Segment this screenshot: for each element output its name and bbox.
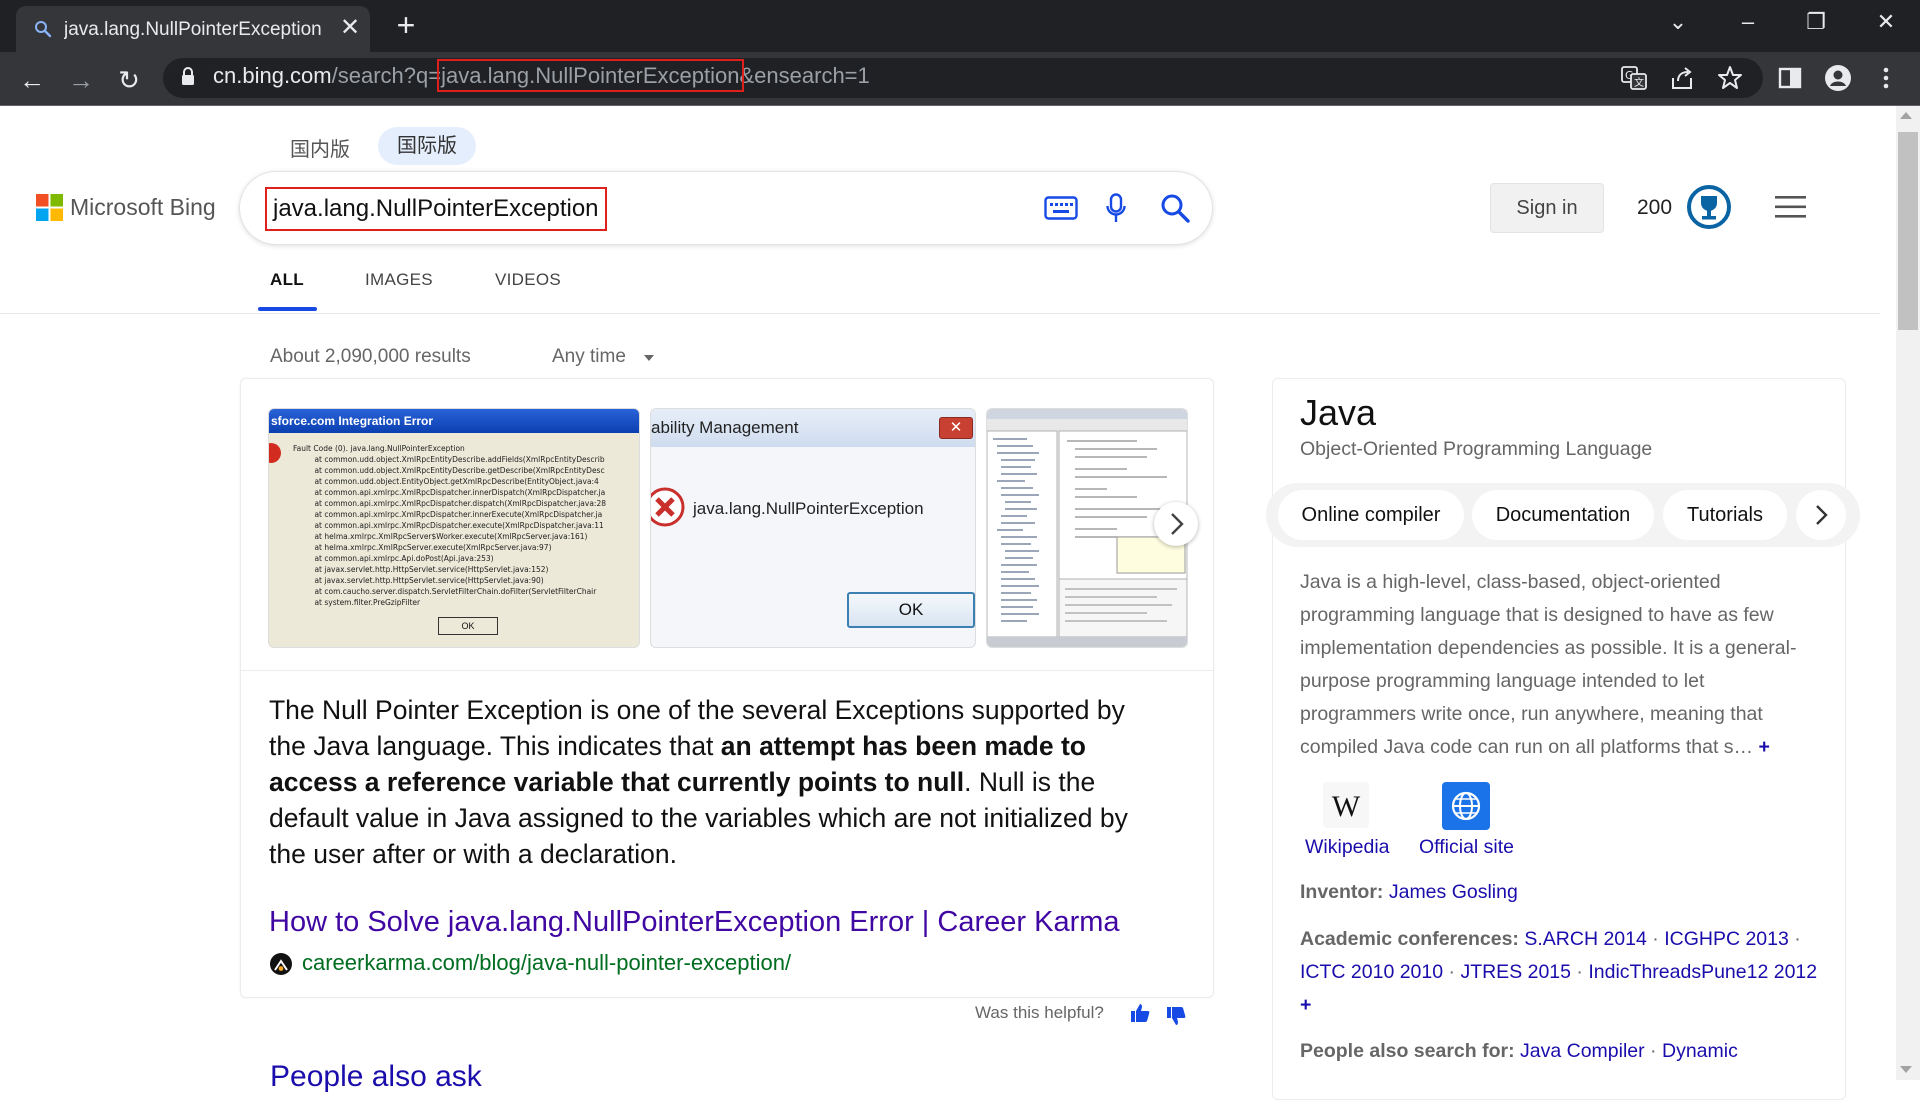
bookmark-star-icon[interactable] [1716,64,1744,92]
microphone-icon[interactable] [1106,193,1126,223]
error-x-icon [651,487,685,527]
image-thumbnail[interactable]: sforce.com Integration Error Fault Code … [268,408,640,648]
inventor-link[interactable]: James Gosling [1389,881,1518,903]
browser-menu-icon[interactable] [1872,64,1900,92]
tab-search-chevron-icon[interactable]: ⌄ [1658,6,1698,38]
chip-tutorials[interactable]: Tutorials [1663,490,1787,540]
side-panel-icon[interactable] [1776,64,1804,92]
wikipedia-link[interactable]: Wikipedia [1305,836,1390,859]
back-button[interactable]: ← [15,63,49,97]
scope-tab-all[interactable]: ALL [270,270,304,290]
kp-description-text: Java is a high-level, class-based, objec… [1300,571,1797,758]
chip-online-compiler[interactable]: Online compiler [1278,490,1464,540]
header-divider [0,313,1880,314]
globe-icon[interactable] [1442,782,1490,830]
active-scope-underline [258,307,317,311]
helpful-prompt: Was this helpful? [975,1003,1104,1022]
kp-description: Java is a high-level, class-based, objec… [1300,566,1824,764]
official-site-link[interactable]: Official site [1419,836,1514,859]
scope-tab-videos[interactable]: VIDEOS [495,270,561,290]
chip-next-chevron-icon[interactable] [1796,490,1846,540]
conference-link[interactable]: ICTC 2010 2010 [1300,961,1443,983]
card-divider [240,670,1214,671]
error-icon [269,443,281,463]
keyboard-icon[interactable] [1044,196,1078,220]
thumbnail-ok-button: OK [847,592,975,628]
reload-button[interactable]: ↻ [112,63,146,97]
translate-icon[interactable]: G 文 [1620,64,1648,92]
url-path: /search?q= [331,63,442,88]
conference-link[interactable]: JTRES 2015 [1460,961,1571,983]
svg-text:文: 文 [1634,76,1644,89]
new-tab-button[interactable]: + [390,9,422,41]
thumbnail-ok-button: OK [438,617,498,635]
scope-tab-images[interactable]: IMAGES [365,270,433,290]
kp-fact-conferences: Academic conferences: S.ARCH 2014 · ICGH… [1300,928,1818,1016]
thumbs-down-icon[interactable] [1166,1006,1186,1026]
tab-close-icon[interactable]: ✕ [336,14,364,42]
carousel-next-chevron-icon[interactable] [1154,502,1198,546]
result-title-link[interactable]: How to Solve java.lang.NullPointerExcept… [269,906,1120,939]
sign-in-button[interactable]: Sign in [1490,183,1604,233]
expand-plus-icon[interactable]: + [1300,994,1311,1016]
careerkarma-favicon-icon [270,953,292,975]
conference-link[interactable]: S.ARCH 2014 [1524,928,1646,950]
expand-plus-icon[interactable]: + [1758,736,1769,758]
share-icon[interactable] [1668,64,1696,92]
thumbs-up-icon[interactable] [1130,1003,1150,1023]
answer-snippet: The Null Pointer Exception is one of the… [269,692,1169,872]
profile-avatar-icon[interactable] [1824,64,1852,92]
fact-label: Inventor: [1300,881,1384,903]
window-close-button[interactable]: ✕ [1866,6,1906,38]
bing-logo-text[interactable]: Microsoft Bing [70,194,216,221]
thumbnail-stacktrace-text: Fault Code (0). java.lang.NullPointerExc… [293,444,606,607]
bing-search-favicon-icon [35,21,52,38]
rewards-trophy-icon[interactable] [1686,184,1732,230]
url-text[interactable]: cn.bing.com/search?q=java.lang.NullPoint… [213,59,870,92]
scrollbar-thumb[interactable] [1898,132,1918,330]
kp-title: Java [1300,392,1377,433]
image-thumbnail[interactable]: ability Management ✕ java.lang.NullPoint… [650,408,976,648]
conference-link[interactable]: IndicThreadsPune12 2012 [1588,961,1817,983]
kp-fact-inventor: Inventor: James Gosling [1300,876,1824,909]
kp-subtitle: Object-Oriented Programming Language [1300,438,1653,460]
market-domestic-tab[interactable]: 国内版 [290,133,350,162]
microsoft-logo-icon[interactable] [36,194,63,221]
kp-fact-also-search: People also search for: Java Compiler · … [1300,1040,1738,1062]
url-query-highlight: java.lang.NullPointerException [437,59,744,92]
thumbnail-error-message: java.lang.NullPointerException [693,499,924,518]
wikipedia-icon[interactable]: W [1323,782,1369,828]
caret-down-icon[interactable] [644,355,654,361]
result-url[interactable]: careerkarma.com/blog/java-null-pointer-e… [302,950,791,976]
also-search-link[interactable]: Dynamic [1662,1040,1738,1062]
chip-documentation[interactable]: Documentation [1472,490,1654,540]
conference-link[interactable]: ICGHPC 2013 [1664,928,1789,950]
scroll-down-arrow-icon[interactable] [1900,1066,1912,1073]
tab-title: java.lang.NullPointerException - Search [64,19,326,40]
thumbnail-window-title: ability Management [651,409,975,447]
people-also-ask-heading[interactable]: People also ask [270,1060,482,1094]
rewards-points[interactable]: 200 [1637,196,1672,220]
search-input[interactable]: java.lang.NullPointerException [265,187,607,231]
result-count: About 2,090,000 results [270,346,471,367]
thumbnail-window-title: sforce.com Integration Error [269,409,639,433]
thumbnail-close-icon: ✕ [939,417,973,439]
window-restore-button[interactable]: ❐ [1796,6,1836,38]
forward-button[interactable]: → [64,63,98,97]
fact-label: Academic conferences: [1300,928,1519,950]
url-host: cn.bing.com [213,63,332,88]
time-filter-dropdown[interactable]: Any time [552,346,626,368]
browser-tab-active[interactable]: java.lang.NullPointerException - Search … [16,6,370,52]
lock-icon[interactable] [180,67,196,87]
search-icon[interactable] [1160,193,1190,223]
also-search-link[interactable]: Java Compiler [1520,1040,1645,1062]
scroll-up-arrow-icon[interactable] [1900,112,1912,119]
svg-text:W: W [1332,790,1361,823]
fact-label: People also search for: [1300,1040,1515,1062]
window-minimize-button[interactable]: – [1728,6,1768,38]
hamburger-menu-icon[interactable] [1775,196,1806,218]
url-suffix: &ensearch=1 [739,63,870,88]
market-international-tab[interactable]: 国际版 [378,127,476,165]
